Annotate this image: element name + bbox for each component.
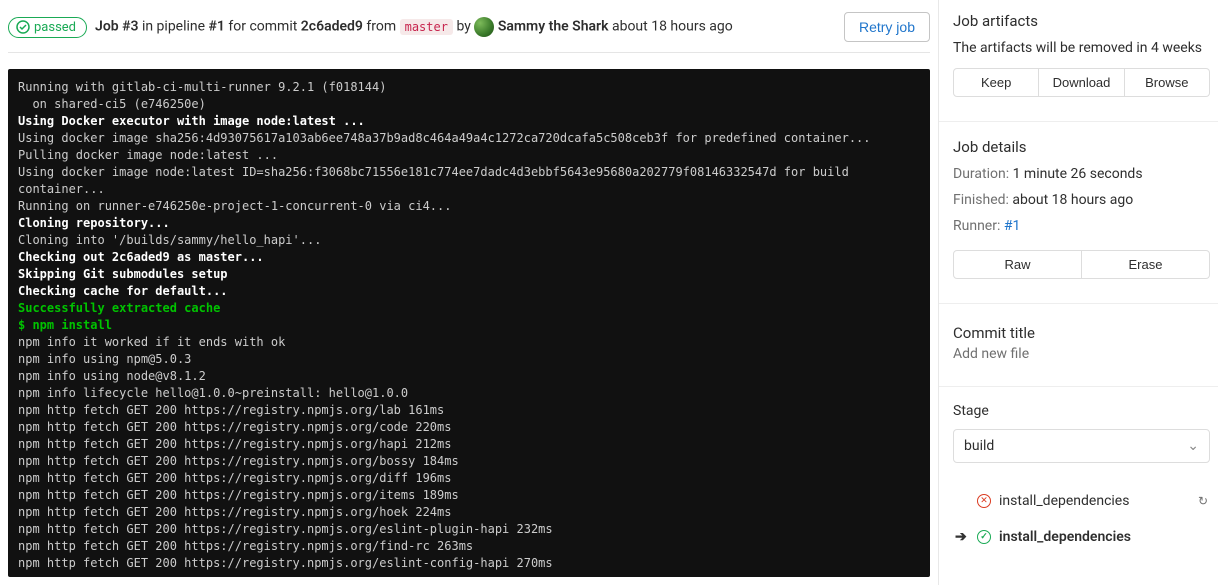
chevron-down-icon: ⌄ — [1187, 438, 1199, 454]
commit-message: Add new file — [953, 346, 1210, 362]
passed-icon: ✓ — [977, 530, 991, 544]
log-line: Checking cache for default... — [18, 283, 920, 300]
details-title: Job details — [953, 138, 1210, 156]
runner-row: Runner: #1 — [953, 218, 1210, 234]
stage-label: Stage — [953, 403, 1210, 419]
stage-job-row[interactable]: ➔ ✓ install_dependencies — [953, 519, 1210, 555]
log-buttons: Raw Erase — [953, 250, 1210, 279]
retry-icon[interactable]: ↻ — [1198, 494, 1208, 508]
log-line: npm http fetch GET 200 https://registry.… — [18, 504, 920, 521]
log-line: Cloning into '/builds/sammy/hello_hapi'.… — [18, 232, 920, 249]
job-log[interactable]: Running with gitlab-ci-multi-runner 9.2.… — [8, 69, 930, 577]
download-button[interactable]: Download — [1039, 68, 1124, 97]
browse-button[interactable]: Browse — [1125, 68, 1210, 97]
author-name[interactable]: Sammy the Shark — [498, 19, 609, 35]
log-line: Skipping Git submodules setup — [18, 266, 920, 283]
finished-row: Finished: about 18 hours ago — [953, 192, 1210, 208]
log-line: npm http fetch GET 200 https://registry.… — [18, 555, 920, 572]
log-line: npm http fetch GET 200 https://registry.… — [18, 521, 920, 538]
log-line: Successfully extracted cache — [18, 300, 920, 317]
runner-link[interactable]: #1 — [1004, 218, 1021, 234]
log-line: Using Docker executor with image node:la… — [18, 113, 920, 130]
stage-select[interactable]: build ⌄ — [953, 429, 1210, 463]
job-name: install_dependencies — [999, 529, 1131, 545]
duration-row: Duration: 1 minute 26 seconds — [953, 166, 1210, 182]
artifacts-expiry: The artifacts will be removed in 4 weeks — [953, 40, 1210, 56]
stage-job-row[interactable]: ✕ install_dependencies ↻ — [953, 483, 1210, 519]
artifacts-buttons: Keep Download Browse — [953, 68, 1210, 97]
log-line: npm http fetch GET 200 https://registry.… — [18, 402, 920, 419]
job-meta: Job #3 in pipeline #1 for commit 2c6aded… — [95, 17, 733, 37]
log-line: npm http fetch GET 200 https://registry.… — [18, 419, 920, 436]
stage-selected: build — [964, 438, 994, 454]
log-line: Cloning repository... — [18, 215, 920, 232]
erase-button[interactable]: Erase — [1082, 250, 1210, 279]
job-header: passed Job #3 in pipeline #1 for commit … — [8, 8, 930, 53]
log-line: on shared-ci5 (e746250e) — [18, 96, 920, 113]
log-line: npm http fetch GET 200 https://registry.… — [18, 453, 920, 470]
log-line: Checking out 2c6aded9 as master... — [18, 249, 920, 266]
log-line: npm http fetch GET 200 https://registry.… — [18, 487, 920, 504]
log-line: npm info using node@v8.1.2 — [18, 368, 920, 385]
raw-button[interactable]: Raw — [953, 250, 1082, 279]
jobs-list: ✕ install_dependencies ↻ ➔ ✓ install_dependen… — [953, 483, 1210, 555]
check-circle-icon — [16, 20, 30, 34]
time-ago: about 18 hours ago — [612, 19, 733, 35]
avatar[interactable] — [474, 17, 494, 37]
log-line: Running on runner-e746250e-project-1-con… — [18, 198, 920, 215]
keep-button[interactable]: Keep — [953, 68, 1039, 97]
retry-job-button[interactable]: Retry job — [844, 12, 930, 42]
log-line: $ npm install — [18, 317, 920, 334]
log-line: Using docker image sha256:4d93075617a103… — [18, 130, 920, 147]
status-badge: passed — [8, 17, 87, 38]
branch-label[interactable]: master — [400, 19, 453, 35]
log-line: npm info it worked if it ends with ok — [18, 334, 920, 351]
log-line: npm info lifecycle hello@1.0.0~preinstal… — [18, 385, 920, 402]
log-line: Running with gitlab-ci-multi-runner 9.2.… — [18, 79, 920, 96]
failed-icon: ✕ — [977, 494, 991, 508]
status-text: passed — [34, 20, 76, 35]
artifacts-title: Job artifacts — [953, 12, 1210, 30]
log-line: Using docker image node:latest ID=sha256… — [18, 164, 920, 198]
arrow-right-icon: ➔ — [955, 529, 969, 545]
commit-sha[interactable]: 2c6aded9 — [301, 19, 363, 35]
job-name: install_dependencies — [999, 493, 1129, 509]
log-line: Pulling docker image node:latest ... — [18, 147, 920, 164]
log-line: npm http fetch GET 200 https://registry.… — [18, 470, 920, 487]
log-line: npm info using npm@5.0.3 — [18, 351, 920, 368]
log-line: npm http fetch GET 200 https://registry.… — [18, 538, 920, 555]
log-line: npm http fetch GET 200 https://registry.… — [18, 436, 920, 453]
commit-title-label: Commit title — [953, 324, 1210, 342]
sidebar: Job artifacts The artifacts will be remo… — [938, 0, 1218, 585]
